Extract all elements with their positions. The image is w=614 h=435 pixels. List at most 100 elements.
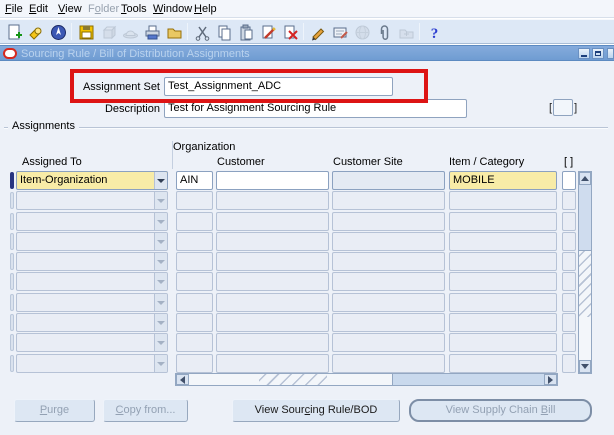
record-indicator[interactable] bbox=[10, 172, 14, 189]
close-button[interactable] bbox=[607, 48, 614, 59]
item-category-cell[interactable]: MOBILE bbox=[449, 171, 557, 190]
descriptive-flexfield[interactable]: [ ] bbox=[549, 99, 577, 116]
dropdown-arrow-icon[interactable] bbox=[154, 354, 167, 372]
record-indicator[interactable] bbox=[10, 314, 14, 332]
dropdown-arrow-icon[interactable] bbox=[154, 273, 167, 291]
customer-site-cell[interactable] bbox=[332, 252, 445, 272]
assigned-to-cell[interactable] bbox=[16, 252, 168, 272]
organization-cell[interactable] bbox=[176, 252, 213, 272]
translations-icon[interactable] bbox=[330, 22, 350, 42]
paste-icon[interactable] bbox=[236, 22, 256, 42]
row-flexfield-cell[interactable] bbox=[562, 333, 576, 353]
dropdown-arrow-icon[interactable] bbox=[154, 212, 167, 230]
row-flexfield-cell[interactable] bbox=[562, 191, 576, 211]
item-category-cell[interactable] bbox=[449, 353, 557, 373]
close-form-icon[interactable] bbox=[164, 22, 184, 42]
row-flexfield-cell[interactable] bbox=[562, 353, 576, 373]
customer-site-cell[interactable] bbox=[332, 191, 445, 211]
assigned-to-cell[interactable] bbox=[16, 231, 168, 251]
organization-cell[interactable] bbox=[176, 333, 213, 353]
item-category-cell[interactable] bbox=[449, 211, 557, 231]
copy-from-button[interactable]: Copy from... bbox=[103, 399, 188, 422]
switch-responsibility-icon[interactable] bbox=[120, 22, 140, 42]
customer-cell[interactable] bbox=[216, 191, 329, 211]
folder-tools-icon[interactable] bbox=[396, 22, 416, 42]
horizontal-scrollbar-track[interactable] bbox=[259, 374, 327, 385]
organization-cell[interactable] bbox=[176, 353, 213, 373]
menu-window[interactable]: Window bbox=[151, 2, 194, 16]
dropdown-arrow-icon[interactable] bbox=[154, 172, 167, 189]
customer-cell[interactable] bbox=[216, 171, 329, 190]
customer-site-cell[interactable] bbox=[332, 333, 445, 353]
customer-site-cell[interactable] bbox=[332, 353, 445, 373]
maximize-button[interactable] bbox=[592, 48, 604, 59]
organization-cell[interactable] bbox=[176, 272, 213, 292]
record-indicator[interactable] bbox=[10, 212, 14, 230]
view-supply-chain-bill-button[interactable]: View Supply Chain Bill bbox=[409, 399, 592, 422]
item-category-cell[interactable] bbox=[449, 333, 557, 353]
customer-cell[interactable] bbox=[216, 333, 329, 353]
customer-cell[interactable] bbox=[216, 313, 329, 333]
assigned-to-cell[interactable] bbox=[16, 353, 168, 373]
row-flexfield-cell[interactable] bbox=[562, 252, 576, 272]
organization-cell[interactable] bbox=[176, 191, 213, 211]
assignment-set-field[interactable]: Test_Assignment_ADC bbox=[164, 77, 393, 96]
dropdown-arrow-icon[interactable] bbox=[154, 293, 167, 311]
organization-cell[interactable] bbox=[176, 231, 213, 251]
vertical-scrollbar[interactable] bbox=[578, 171, 592, 374]
row-flexfield-cell[interactable] bbox=[562, 211, 576, 231]
attachments-icon[interactable] bbox=[374, 22, 394, 42]
customer-cell[interactable] bbox=[216, 292, 329, 312]
assigned-to-cell[interactable] bbox=[16, 272, 168, 292]
organization-cell[interactable] bbox=[176, 292, 213, 312]
save-icon[interactable] bbox=[76, 22, 96, 42]
dropdown-arrow-icon[interactable] bbox=[154, 192, 167, 210]
scroll-down-button[interactable] bbox=[579, 360, 591, 373]
item-category-cell[interactable] bbox=[449, 191, 557, 211]
clear-record-icon[interactable] bbox=[258, 22, 278, 42]
organization-cell[interactable]: AIN bbox=[176, 171, 213, 190]
copy-icon[interactable] bbox=[214, 22, 234, 42]
organization-cell[interactable] bbox=[176, 211, 213, 231]
customer-cell[interactable] bbox=[216, 211, 329, 231]
flexfield-box[interactable] bbox=[553, 99, 574, 116]
menu-folder[interactable]: Folder bbox=[86, 2, 121, 16]
minimize-button[interactable] bbox=[578, 48, 590, 59]
assigned-to-cell[interactable] bbox=[16, 313, 168, 333]
assigned-to-cell[interactable] bbox=[16, 292, 168, 312]
dropdown-arrow-icon[interactable] bbox=[154, 334, 167, 352]
customer-cell[interactable] bbox=[216, 353, 329, 373]
print-icon[interactable] bbox=[142, 22, 162, 42]
record-indicator[interactable] bbox=[10, 293, 14, 311]
delete-record-icon[interactable] bbox=[280, 22, 300, 42]
description-field[interactable]: Test for Assignment Sourcing Rule bbox=[164, 99, 467, 118]
record-indicator[interactable] bbox=[10, 273, 14, 291]
customer-site-cell[interactable] bbox=[332, 211, 445, 231]
window-help-icon[interactable] bbox=[352, 22, 372, 42]
record-indicator[interactable] bbox=[10, 192, 14, 210]
item-category-cell[interactable] bbox=[449, 252, 557, 272]
row-flexfield-cell[interactable] bbox=[562, 231, 576, 251]
row-flexfield-cell[interactable] bbox=[562, 313, 576, 333]
new-icon[interactable] bbox=[4, 22, 24, 42]
vertical-scrollbar-track[interactable] bbox=[579, 251, 591, 317]
edit-field-icon[interactable] bbox=[308, 22, 328, 42]
help-icon[interactable]: ? bbox=[424, 22, 444, 42]
customer-cell[interactable] bbox=[216, 231, 329, 251]
dropdown-arrow-icon[interactable] bbox=[154, 314, 167, 332]
row-flexfield-cell[interactable] bbox=[562, 272, 576, 292]
customer-site-cell[interactable] bbox=[332, 231, 445, 251]
horizontal-scrollbar-thumb[interactable] bbox=[392, 374, 545, 385]
menu-help[interactable]: Help bbox=[192, 2, 219, 16]
record-indicator[interactable] bbox=[10, 253, 14, 271]
dropdown-arrow-icon[interactable] bbox=[154, 232, 167, 250]
customer-site-cell[interactable] bbox=[332, 292, 445, 312]
assigned-to-cell[interactable]: Item-Organization bbox=[16, 171, 168, 190]
purge-button[interactable]: Purge bbox=[14, 399, 95, 422]
find-icon[interactable] bbox=[26, 22, 46, 42]
menu-edit[interactable]: Edit bbox=[27, 2, 50, 16]
customer-cell[interactable] bbox=[216, 272, 329, 292]
customer-site-cell[interactable] bbox=[332, 272, 445, 292]
view-sourcing-rule-bod-button[interactable]: View Sourcing Rule/BOD bbox=[232, 399, 400, 422]
dropdown-arrow-icon[interactable] bbox=[154, 253, 167, 271]
